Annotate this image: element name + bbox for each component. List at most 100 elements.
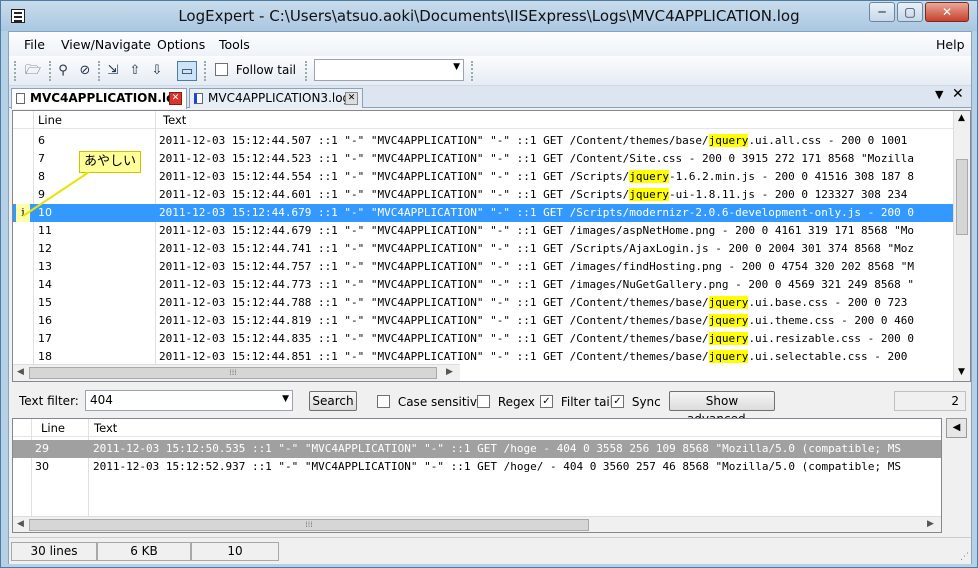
go-to-line-icon[interactable]: ⇲: [103, 61, 123, 81]
regex-checkbox[interactable]: [477, 395, 490, 408]
log-text: 2011-12-03 15:12:44.757 ::1 "-" "MVC4APP…: [159, 258, 953, 276]
filter-result-grid[interactable]: Line Text 29 2011-12-03 15:12:50.535 ::1 …: [12, 418, 942, 533]
log-row[interactable]: 12 2011-12-03 15:12:44.741 ::1 "-" "MVC4A…: [13, 240, 953, 258]
filter-text-value: 404: [90, 393, 113, 407]
bookmark-prev-icon[interactable]: ⇧: [125, 61, 145, 81]
log-text-part: 2011-12-03 15:12:44.679 ::1 "-" "MVC4APP…: [159, 206, 914, 219]
column-header-text[interactable]: Text: [94, 419, 117, 437]
tab-mvc4application3-log[interactable]: MVC4APPLICATION3.log ✕: [189, 88, 363, 108]
log-grid-header: Line Text: [13, 111, 953, 129]
filter-search-icon[interactable]: ⊘: [75, 61, 95, 81]
maximize-button[interactable]: ▢: [897, 2, 923, 22]
chevron-down-icon[interactable]: ▼: [282, 394, 289, 404]
filter-tail-checkbox[interactable]: ✓: [540, 395, 553, 408]
filter-bar: Text filter: 404 ▼ Search Case sensitive…: [9, 384, 971, 426]
highlight-match: jquery: [629, 170, 669, 183]
title-bar[interactable]: LogExpert - C:\Users\atsuo.aoki\Document…: [1, 1, 977, 31]
log-row[interactable]: 16 2011-12-03 15:12:44.819 ::1 "-" "MVC4A…: [13, 312, 953, 330]
log-text-part: 2011-12-03 15:12:44.523 ::1 "-" "MVC4APP…: [159, 152, 914, 165]
log-row[interactable]: 13 2011-12-03 15:12:44.757 ::1 "-" "MVC4A…: [13, 258, 953, 276]
log-grid-vscrollbar[interactable]: ▲ ▼: [953, 111, 970, 381]
log-row[interactable]: 14 2011-12-03 15:12:44.773 ::1 "-" "MVC4A…: [13, 276, 953, 294]
log-text-part: 2011-12-03 15:12:44.773 ::1 "-" "MVC4APP…: [159, 278, 914, 291]
menu-options[interactable]: Options: [157, 37, 205, 52]
close-tab-icon[interactable]: ✕: [169, 92, 182, 105]
line-number: 15: [38, 296, 52, 309]
callout-pointer: [22, 172, 90, 217]
line-number: 29: [35, 442, 49, 455]
log-text: 2011-12-03 15:12:44.773 ::1 "-" "MVC4APP…: [159, 276, 953, 294]
log-text: 2011-12-03 15:12:44.679 ::1 "-" "MVC4APP…: [159, 204, 953, 222]
line-number: 14: [38, 278, 52, 291]
status-bar: 30 lines 6 KB 10 ⋰: [9, 537, 971, 564]
log-row[interactable]: 15 2011-12-03 15:12:44.788 ::1 "-" "MVC4A…: [13, 294, 953, 312]
search-icon[interactable]: ⚲: [53, 61, 73, 81]
resize-grip-icon[interactable]: ⋰: [960, 552, 969, 562]
log-text: 2011-12-03 15:12:44.788 ::1 "-" "MVC4APP…: [159, 294, 953, 312]
log-row[interactable]: 11 2011-12-03 15:12:44.679 ::1 "-" "MVC4A…: [13, 222, 953, 240]
close-button[interactable]: ✕: [925, 2, 969, 22]
filter-row[interactable]: 29 2011-12-03 15:12:50.535 ::1 "-" "MVC4A…: [13, 440, 941, 458]
toolbar-grip[interactable]: [14, 61, 16, 81]
log-text: 2011-12-03 15:12:44.523 ::1 "-" "MVC4APP…: [159, 150, 953, 168]
log-text-part: 2011-12-03 15:12:44.819 ::1 "-" "MVC4APP…: [159, 314, 709, 327]
log-text-part: .ui.base.css - 200 0 723: [748, 296, 908, 309]
line-number: 7: [38, 152, 45, 165]
bubble-icon[interactable]: ▭: [177, 61, 197, 81]
close-tab-icon[interactable]: ✕: [345, 92, 358, 105]
log-text: 2011-12-03 15:12:44.601 ::1 "-" "MVC4APP…: [159, 186, 953, 204]
filter-grid-hscrollbar[interactable]: ◀ ⁞⁞⁞ ▶: [13, 516, 941, 532]
open-folder-icon[interactable]: 🗁: [23, 61, 43, 81]
status-line-count: 30 lines: [11, 542, 97, 561]
bookmark-next-icon[interactable]: ⇩: [147, 61, 167, 81]
log-row[interactable]: 7 2011-12-03 15:12:44.523 ::1 "-" "MVC4AP…: [13, 150, 953, 168]
tab-mvc4application-log[interactable]: MVC4APPLICATION.log ✕: [11, 88, 187, 109]
log-text-part: 2011-12-03 15:12:44.851 ::1 "-" "MVC4APP…: [159, 350, 709, 363]
document-icon: [16, 93, 25, 104]
column-header-line[interactable]: Line: [38, 111, 62, 129]
minimize-button[interactable]: ─: [869, 2, 895, 22]
tab-list-icon[interactable]: ▼: [935, 88, 943, 101]
sync-toggle[interactable]: ✓ Sync: [611, 394, 661, 409]
app-window: LogExpert - C:\Users\atsuo.aoki\Document…: [0, 0, 978, 568]
log-text-part: 2011-12-03 15:12:44.835 ::1 "-" "MVC4APP…: [159, 332, 709, 345]
log-grid-hscrollbar[interactable]: ◀ ⁞⁞⁞ ▶: [13, 364, 460, 381]
show-advanced-button[interactable]: Show advanced...: [669, 391, 775, 426]
filter-tail-toggle[interactable]: ✓ Filter tail: [540, 394, 613, 409]
menu-help[interactable]: Help: [936, 37, 965, 52]
encoding-dropdown[interactable]: ▼: [314, 59, 464, 81]
filter-tail-label: Filter tail: [560, 394, 614, 409]
follow-tail-toggle[interactable]: Follow tail: [215, 62, 296, 77]
log-text: 2011-12-03 15:12:44.507 ::1 "-" "MVC4APP…: [159, 132, 953, 150]
menu-file[interactable]: File: [24, 37, 45, 52]
toolbar-separator: [305, 61, 307, 81]
log-row[interactable]: i 10 2011-12-03 15:12:44.679 ::1 "-" "MVC4…: [13, 204, 953, 222]
status-current-line: 10: [191, 542, 279, 561]
case-sensitive-toggle[interactable]: Case sensitive: [377, 394, 484, 409]
toggle-filter-list-button[interactable]: ◀: [946, 418, 967, 438]
log-grid[interactable]: Line Text 6 2011-12-03 15:12:44.507 ::1 "…: [12, 110, 971, 382]
line-number: 11: [38, 224, 52, 237]
line-number: 30: [35, 460, 49, 473]
line-number: 16: [38, 314, 52, 327]
log-row[interactable]: 9 2011-12-03 15:12:44.601 ::1 "-" "MVC4AP…: [13, 186, 953, 204]
log-row[interactable]: 17 2011-12-03 15:12:44.835 ::1 "-" "MVC4A…: [13, 330, 953, 348]
log-text-part: 2011-12-03 15:12:44.741 ::1 "-" "MVC4APP…: [159, 242, 914, 255]
log-row[interactable]: 6 2011-12-03 15:12:44.507 ::1 "-" "MVC4AP…: [13, 132, 953, 150]
follow-tail-checkbox[interactable]: [215, 63, 228, 76]
menu-view-navigate[interactable]: View/Navigate: [61, 37, 151, 52]
log-row[interactable]: 8 2011-12-03 15:12:44.554 ::1 "-" "MVC4AP…: [13, 168, 953, 186]
log-text-part: -1.6.2.min.js - 200 0 41516 308 187 8: [668, 170, 914, 183]
column-header-text[interactable]: Text: [163, 111, 186, 129]
close-all-tabs-icon[interactable]: ✕: [952, 86, 964, 102]
case-sensitive-checkbox[interactable]: [377, 395, 390, 408]
filter-row[interactable]: 30 2011-12-03 15:12:52.937 ::1 "-" "MVC4A…: [13, 458, 941, 476]
log-text: 2011-12-03 15:12:44.835 ::1 "-" "MVC4APP…: [159, 330, 953, 348]
menu-tools[interactable]: Tools: [219, 37, 250, 52]
regex-toggle[interactable]: Regex: [477, 394, 535, 409]
sync-checkbox[interactable]: ✓: [611, 395, 624, 408]
column-header-line[interactable]: Line: [41, 419, 65, 437]
filter-text-input[interactable]: 404 ▼: [85, 390, 293, 411]
menu-bar: File View/Navigate Options Tools Help: [9, 32, 971, 56]
search-button[interactable]: Search: [309, 391, 357, 411]
